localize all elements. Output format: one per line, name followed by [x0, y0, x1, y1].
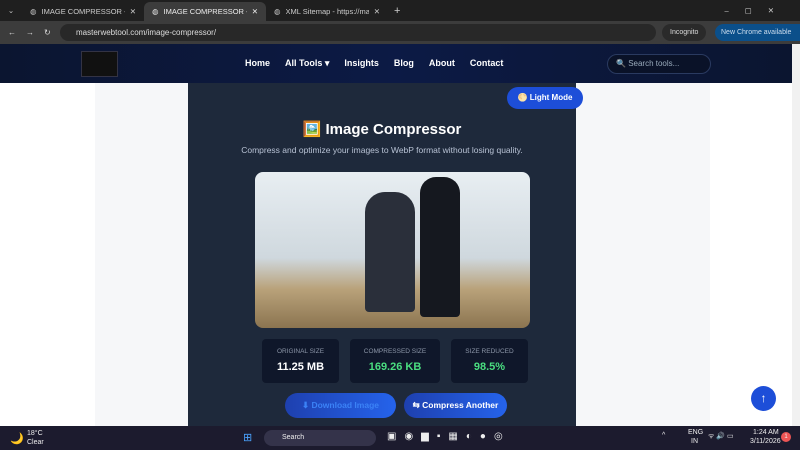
search-input[interactable]: 🔍 Search tools... — [607, 54, 711, 74]
nav-insights[interactable]: Insights — [344, 58, 379, 69]
weather-icon: 🌙 — [10, 433, 24, 445]
notification-badge[interactable]: 1 — [781, 432, 791, 442]
nav-blog[interactable]: Blog — [394, 58, 414, 69]
compress-another-button[interactable]: ⇆ Compress Another — [404, 393, 507, 418]
nav-home[interactable]: Home — [245, 58, 270, 69]
page-title: 🖼️ Image Compressor — [302, 121, 462, 138]
size-reduced-stat: SIZE REDUCED 98.5% — [451, 339, 528, 383]
globe-icon: ◍ — [30, 7, 37, 16]
original-size-stat: ORIGINAL SIZE 11.25 MB — [262, 339, 339, 383]
page-subtitle: Compress and optimize your images to Web… — [241, 145, 523, 155]
taskbar: 🌙 18°C Clear ⊞ Search ▣◉▆▪▦◐●◎ ^ ENG IN … — [0, 426, 800, 450]
incognito-badge[interactable]: Incognito — [662, 24, 707, 41]
site-nav: Home All Tools ▾ Insights Blog About Con… — [0, 44, 792, 83]
nav-contact[interactable]: Contact — [470, 58, 504, 69]
close-icon[interactable]: ✕ — [252, 7, 258, 16]
close-icon[interactable]: ✕ — [374, 7, 380, 16]
wifi-volume-battery-icons[interactable]: ᯤ 🔊 ▭ — [708, 432, 734, 441]
tab-strip: ⌄ ◍IMAGE COMPRESSOR - https://✕ ◍IMAGE C… — [0, 0, 800, 21]
windows-start-icon[interactable]: ⊞ — [243, 431, 252, 444]
address-bar: ←→↻ masterwebtool.com/image-compressor/ … — [0, 21, 800, 44]
site-logo[interactable] — [81, 51, 118, 77]
update-button[interactable]: New Chrome available — [715, 24, 800, 41]
light-mode-button[interactable]: 🌕 Light Mode — [507, 87, 583, 109]
nav-about[interactable]: About — [429, 58, 455, 69]
nav-all-tools[interactable]: All Tools ▾ — [285, 58, 329, 69]
globe-icon: ◍ — [152, 7, 159, 16]
close-icon[interactable]: ✕ — [130, 7, 136, 16]
browser-tab[interactable]: ◍IMAGE COMPRESSOR - https://✕ — [22, 2, 144, 21]
new-tab-icon[interactable]: + — [394, 5, 400, 17]
taskbar-search[interactable]: Search — [264, 430, 376, 446]
compressed-image-preview — [255, 172, 530, 328]
scroll-top-button[interactable]: ↑ — [751, 386, 776, 411]
browser-tab-active[interactable]: ◍IMAGE COMPRESSOR - https://✕ — [144, 2, 266, 21]
download-button[interactable]: ⬇ Download Image — [285, 393, 396, 418]
tab-list-icon[interactable]: ⌄ — [0, 6, 22, 15]
url-input[interactable]: masterwebtool.com/image-compressor/ — [60, 24, 656, 41]
taskbar-apps[interactable]: ▣◉▆▪▦◐●◎ — [387, 431, 511, 442]
browser-tab[interactable]: ◍XML Sitemap - https://masterw✕ — [266, 2, 388, 21]
compressed-size-stat: COMPRESSED SIZE 169.26 KB — [350, 339, 440, 383]
tray-icons[interactable]: ^ — [662, 432, 665, 439]
scrollbar[interactable] — [792, 44, 800, 426]
window-controls[interactable]: –▢✕ — [724, 6, 790, 15]
globe-icon: ◍ — [274, 7, 281, 16]
nav-buttons[interactable]: ←→↻ — [8, 28, 61, 37]
